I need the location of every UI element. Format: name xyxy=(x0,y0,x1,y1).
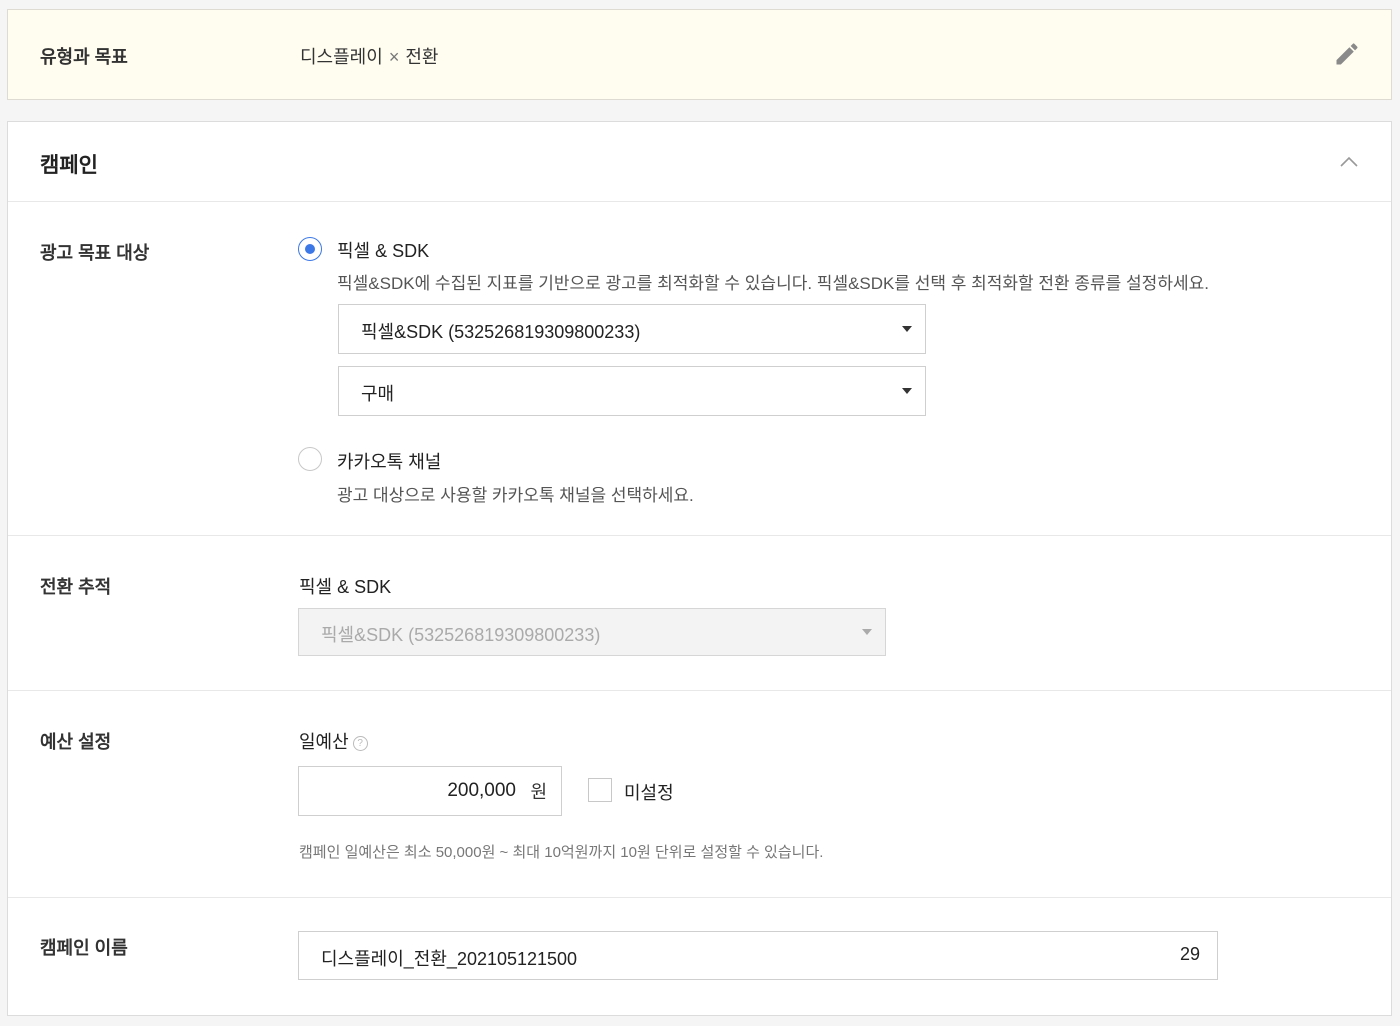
caret-down-icon xyxy=(902,388,912,394)
campaign-goal: 전환 xyxy=(405,47,439,67)
ad-target-row: 광고 목표 대상 픽셀 & SDK 픽셀&SDK에 수집된 지표를 기반으로 광… xyxy=(8,202,1391,536)
unset-budget-checkbox[interactable] xyxy=(588,778,612,802)
type-goal-label: 유형과 목표 xyxy=(40,47,128,67)
campaign-panel-title: 캠페인 xyxy=(40,154,98,177)
campaign-name-char-count: 29 xyxy=(1179,944,1200,964)
budget-note: 캠페인 일예산은 최소 50,000원 ~ 최대 10억원까지 10원 단위로 … xyxy=(299,844,824,861)
conversion-tracking-row: 전환 추적 픽셀 & SDK 픽셀&SDK (53252681930980023… xyxy=(8,536,1391,691)
campaign-name-label: 캠페인 이름 xyxy=(40,938,128,958)
conversion-tracking-select: 픽셀&SDK (532526819309800233) xyxy=(298,608,886,656)
conversion-event-select[interactable]: 구매 xyxy=(338,366,926,416)
caret-down-icon xyxy=(902,326,912,332)
pencil-icon[interactable] xyxy=(1333,40,1361,68)
pixel-sdk-select[interactable]: 픽셀&SDK (532526819309800233) xyxy=(338,304,926,354)
daily-budget-input[interactable]: 200,000 원 xyxy=(298,766,562,816)
campaign-name-input[interactable]: 디스플레이_전환_202105121500 29 xyxy=(298,931,1218,980)
daily-budget-value: 200,000 xyxy=(447,780,516,801)
budget-row: 예산 설정 일예산? 200,000 원 미설정 캠페인 일예산은 최소 50,… xyxy=(8,691,1391,898)
budget-label: 예산 설정 xyxy=(40,732,112,752)
pixel-sdk-option-title[interactable]: 픽셀 & SDK xyxy=(337,237,429,263)
campaign-name-row: 캠페인 이름 디스플레이_전환_202105121500 29 xyxy=(8,898,1391,1015)
unset-budget-label[interactable]: 미설정 xyxy=(624,779,674,805)
help-icon[interactable]: ? xyxy=(352,735,368,751)
chevron-up-icon[interactable] xyxy=(1337,150,1361,174)
kakaotalk-channel-option-description: 광고 대상으로 사용할 카카오톡 채널을 선택하세요. xyxy=(337,486,694,505)
pixel-sdk-select-value: 픽셀&SDK (532526819309800233) xyxy=(361,322,641,342)
conversion-tracking-label: 전환 추적 xyxy=(40,577,112,597)
type-goal-summary: 유형과 목표 디스플레이 × 전환 xyxy=(7,9,1392,100)
radio-kakaotalk-channel[interactable] xyxy=(298,447,322,471)
conversion-tracking-select-value: 픽셀&SDK (532526819309800233) xyxy=(321,625,601,645)
kakaotalk-channel-option-title[interactable]: 카카오톡 채널 xyxy=(337,448,441,474)
currency-unit: 원 xyxy=(530,782,547,802)
radio-pixel-sdk[interactable] xyxy=(298,237,322,261)
daily-budget-text: 일예산 xyxy=(299,732,349,752)
pixel-sdk-option-description: 픽셀&SDK에 수집된 지표를 기반으로 광고를 최적화할 수 있습니다. 픽셀… xyxy=(337,274,1209,293)
conversion-tracking-sublabel: 픽셀 & SDK xyxy=(299,577,392,597)
caret-down-icon xyxy=(862,629,872,635)
conversion-event-select-value: 구매 xyxy=(361,384,395,404)
type-goal-value: 디스플레이 × 전환 xyxy=(300,43,438,69)
campaign-panel: 캠페인 광고 목표 대상 픽셀 & SDK 픽셀&SDK에 수집된 지표를 기반… xyxy=(7,121,1392,1016)
ad-target-label: 광고 목표 대상 xyxy=(40,243,150,263)
campaign-name-value: 디스플레이_전환_202105121500 xyxy=(321,949,578,969)
daily-budget-label: 일예산? xyxy=(299,728,368,754)
separator: × xyxy=(388,47,400,67)
campaign-panel-header: 캠페인 xyxy=(8,122,1391,202)
campaign-type: 디스플레이 xyxy=(300,47,383,67)
